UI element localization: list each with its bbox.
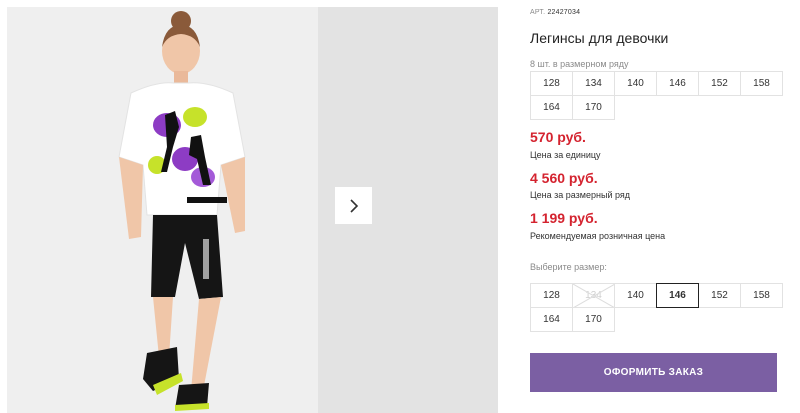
size-option[interactable]: 152 — [698, 283, 741, 308]
model-image — [7, 7, 318, 413]
size-option[interactable]: 158 — [740, 283, 783, 308]
pack-note: 8 шт. в размерном ряду — [530, 59, 629, 69]
pack-size-cell: 170 — [572, 95, 615, 120]
pack-size-cell: 164 — [530, 95, 573, 120]
unit-price: 570 руб. — [530, 129, 586, 145]
next-image-button[interactable] — [335, 187, 372, 224]
place-order-button[interactable]: ОФОРМИТЬ ЗАКАЗ — [530, 353, 777, 392]
pack-size-cell: 158 — [740, 71, 783, 96]
row-price: 4 560 руб. — [530, 170, 598, 186]
article-value: 22427034 — [547, 9, 581, 16]
pack-size-cell: 134 — [572, 71, 615, 96]
retail-price: 1 199 руб. — [530, 210, 598, 226]
pack-size-cell: 152 — [698, 71, 741, 96]
article-number: АРТ. 22427034 — [530, 9, 580, 16]
product-gallery — [7, 7, 498, 413]
size-option[interactable]: 140 — [614, 283, 657, 308]
size-picker-label: Выберите размер: — [530, 262, 607, 272]
pack-size-grid: 128 134 140 146 152 158 164 170 — [530, 71, 783, 120]
chevron-right-icon — [349, 198, 358, 213]
product-photo[interactable] — [7, 7, 318, 413]
unit-price-label: Цена за единицу — [530, 150, 601, 160]
size-option[interactable]: 164 — [530, 307, 573, 332]
retail-price-label: Рекомендуемая розничная цена — [530, 231, 666, 241]
size-option[interactable]: 170 — [572, 307, 615, 332]
size-picker: 128 134 140 146 152 158 164 170 — [530, 283, 783, 332]
strikethrough-icon — [573, 284, 615, 308]
article-prefix: АРТ. — [530, 9, 546, 16]
size-option-selected[interactable]: 146 — [656, 283, 699, 308]
size-option-unavailable: 134 — [572, 283, 615, 308]
pack-size-cell: 146 — [656, 71, 699, 96]
row-price-label: Цена за размерный ряд — [530, 190, 631, 200]
size-option[interactable]: 128 — [530, 283, 573, 308]
pack-size-cell: 140 — [614, 71, 657, 96]
product-title: Легинсы для девочки — [530, 30, 669, 46]
pack-size-cell: 128 — [530, 71, 573, 96]
